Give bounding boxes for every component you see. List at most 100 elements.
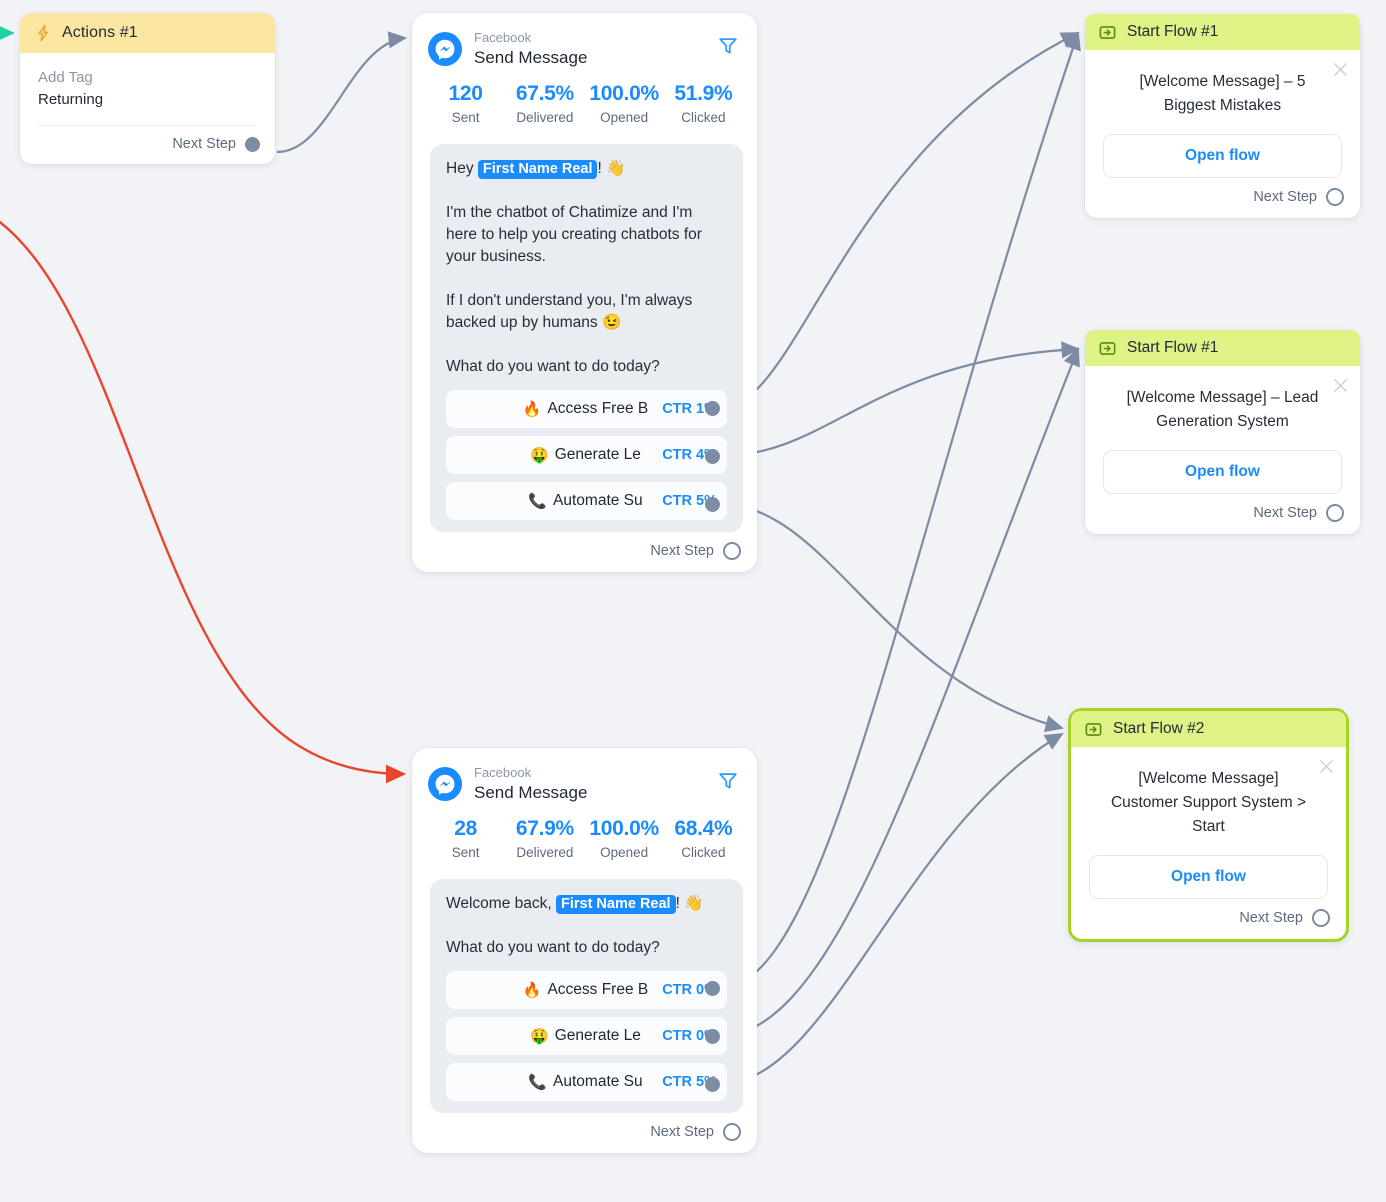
- send-message-header: Facebook Send Message: [412, 748, 757, 804]
- stat-label: Opened: [600, 845, 649, 860]
- button-connector-handle[interactable]: [705, 1029, 720, 1044]
- button-connector-handle[interactable]: [705, 401, 720, 416]
- next-step-label: Next Step: [650, 1124, 714, 1140]
- flow-next-step[interactable]: Next Step: [1085, 178, 1360, 218]
- platform-label: Facebook: [474, 30, 532, 45]
- edge-m1b1-to-flow1: [719, 32, 1080, 410]
- message-button[interactable]: 📞 Automate Su CTR 5%: [446, 1063, 727, 1101]
- flow-description: [Welcome Message] – Lead Generation Syst…: [1126, 389, 1319, 430]
- stat-label: Sent: [451, 845, 480, 860]
- stat-value: 68.4%: [674, 817, 733, 840]
- open-flow-button[interactable]: Open flow: [1103, 134, 1342, 178]
- stat-value: 67.5%: [515, 82, 574, 105]
- stat-value: 120: [448, 82, 483, 105]
- next-step-label: Next Step: [1253, 189, 1317, 205]
- button-label: Access Free B: [547, 400, 649, 417]
- start-flow-header[interactable]: Start Flow #1: [1085, 14, 1360, 50]
- button-connector-handle[interactable]: [705, 1077, 720, 1092]
- message-button[interactable]: 📞 Automate Su CTR 5%: [446, 482, 727, 520]
- send-message-node-2[interactable]: Facebook Send Message 28 Sent 67.9% Deli…: [412, 748, 757, 1153]
- bubble-paragraph: If I don't understand you, I'm always ba…: [446, 292, 693, 331]
- flow-canvas[interactable]: Actions #1 Add Tag Returning Next Step F…: [0, 0, 1386, 1202]
- button-connector-handle[interactable]: [705, 497, 720, 512]
- message-next-step[interactable]: Next Step: [412, 1113, 757, 1153]
- funnel-icon[interactable]: [717, 770, 739, 792]
- start-flow-title: Start Flow #2: [1113, 720, 1205, 737]
- stat-label: Delivered: [516, 110, 574, 125]
- flow-description: [Welcome Message] Customer Support Syste…: [1110, 770, 1307, 835]
- next-step-label: Next Step: [172, 136, 236, 152]
- stat-value: 100.0%: [589, 82, 659, 105]
- stat-value: 51.9%: [674, 82, 733, 105]
- stat-clicked: 68.4% Clicked: [664, 816, 743, 862]
- start-flow-icon: [1085, 722, 1102, 736]
- merge-field-token: First Name Real: [477, 160, 598, 179]
- message-button[interactable]: 🤑 Generate Le CTR 4%: [446, 436, 727, 474]
- next-step-connector-handle[interactable]: [1312, 909, 1330, 927]
- next-step-connector-handle[interactable]: [723, 1123, 741, 1141]
- start-flow-node-3[interactable]: Start Flow #2 [Welcome Message] Customer…: [1068, 708, 1349, 942]
- message-bubble[interactable]: Welcome back, First Name Real! 👋 What do…: [430, 879, 743, 1113]
- stat-value: 28: [454, 817, 477, 840]
- open-flow-button[interactable]: Open flow: [1103, 450, 1342, 494]
- lightning-bolt-icon: [38, 24, 48, 42]
- close-icon[interactable]: [1319, 759, 1334, 774]
- next-step-connector-handle[interactable]: [1326, 504, 1344, 522]
- next-step-connector-handle[interactable]: [1326, 188, 1344, 206]
- stat-value: 100.0%: [589, 817, 659, 840]
- phone-icon: 📞: [528, 493, 548, 510]
- stat-clicked: 51.9% Clicked: [664, 81, 743, 127]
- button-label: Automate Su: [553, 492, 643, 509]
- start-flow-node-1[interactable]: Start Flow #1 [Welcome Message] – 5 Bigg…: [1085, 14, 1360, 218]
- actions-next-step[interactable]: Next Step: [20, 126, 275, 164]
- messenger-icon: [428, 32, 462, 66]
- start-flow-header[interactable]: Start Flow #1: [1085, 330, 1360, 366]
- stat-label: Clicked: [681, 110, 726, 125]
- edge-m1b3-to-flow3: [719, 502, 1064, 733]
- flow-next-step[interactable]: Next Step: [1085, 494, 1360, 534]
- message-button[interactable]: 🤑 Generate Le CTR 0%: [446, 1017, 727, 1055]
- stat-opened: 100.0% Opened: [585, 816, 664, 862]
- next-step-connector-handle[interactable]: [723, 542, 741, 560]
- funnel-icon[interactable]: [717, 35, 739, 57]
- start-flow-node-2[interactable]: Start Flow #1 [Welcome Message] – Lead G…: [1085, 330, 1360, 534]
- edge-m2b2-to-flow2: [719, 347, 1080, 1038]
- node-title: Send Message: [474, 48, 588, 67]
- edge-m2b3-to-flow3: [719, 732, 1064, 1086]
- messenger-icon: [428, 767, 462, 801]
- greeting-suffix: ! 👋: [675, 895, 704, 912]
- send-message-node-1[interactable]: Facebook Send Message 120 Sent 67.5% Del…: [412, 13, 757, 572]
- stat-value: 67.9%: [515, 817, 574, 840]
- next-step-connector-handle[interactable]: [245, 136, 260, 152]
- fire-icon: 🔥: [522, 982, 542, 999]
- stats-row: 28 Sent 67.9% Delivered 100.0% Opened 68…: [412, 804, 757, 862]
- start-flow-icon: [1099, 25, 1116, 39]
- actions-node-body: Add Tag Returning: [20, 53, 275, 126]
- quick-reply-buttons: 🔥 Access Free B CTR 0% 🤑 Generate Le CTR…: [446, 971, 727, 1101]
- edge-highlight-to-message2: [0, 220, 407, 784]
- flow-next-step[interactable]: Next Step: [1071, 899, 1346, 939]
- button-connector-handle[interactable]: [705, 981, 720, 996]
- button-label: Generate Le: [554, 446, 641, 463]
- start-flow-title: Start Flow #1: [1127, 339, 1219, 356]
- close-icon[interactable]: [1333, 378, 1348, 393]
- open-flow-button[interactable]: Open flow: [1089, 855, 1328, 899]
- message-button[interactable]: 🔥 Access Free B CTR 1%: [446, 390, 727, 428]
- stat-delivered: 67.9% Delivered: [505, 816, 584, 862]
- greeting-suffix: ! 👋: [597, 160, 626, 177]
- actions-node-header[interactable]: Actions #1: [20, 13, 275, 53]
- bubble-paragraph: What do you want to do today?: [446, 358, 660, 375]
- button-label: Generate Le: [554, 1027, 641, 1044]
- message-next-step[interactable]: Next Step: [412, 532, 757, 572]
- message-button[interactable]: 🔥 Access Free B CTR 0%: [446, 971, 727, 1009]
- actions-node[interactable]: Actions #1 Add Tag Returning Next Step: [20, 13, 275, 164]
- message-bubble[interactable]: Hey First Name Real! 👋 I'm the chatbot o…: [430, 144, 743, 532]
- close-icon[interactable]: [1333, 62, 1348, 77]
- button-label: Access Free B: [547, 981, 649, 998]
- button-connector-handle[interactable]: [705, 449, 720, 464]
- edge-m2b1-to-flow1: [719, 31, 1081, 990]
- stat-label: Sent: [451, 110, 480, 125]
- actions-node-title: Actions #1: [62, 24, 138, 41]
- button-label: Automate Su: [553, 1073, 643, 1090]
- start-flow-header[interactable]: Start Flow #2: [1071, 711, 1346, 747]
